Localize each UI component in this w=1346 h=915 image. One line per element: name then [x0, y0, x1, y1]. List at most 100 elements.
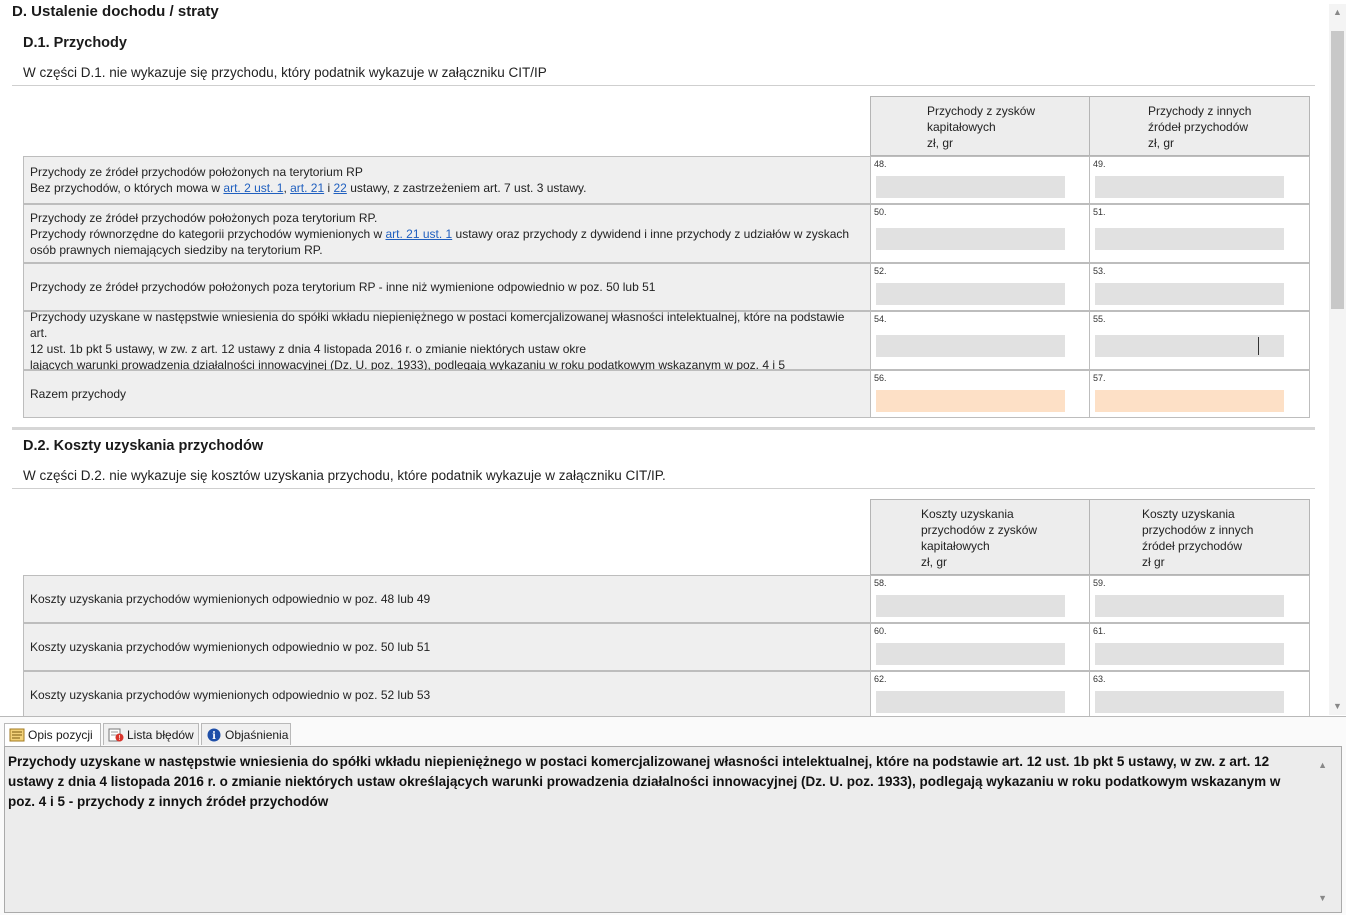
field-number: 48. — [874, 159, 887, 169]
input-field-55[interactable] — [1095, 335, 1284, 357]
d2-title: D.2. Koszty uzyskania przychodów — [23, 438, 264, 454]
tab-opis-pozycji[interactable]: Opis pozycji — [4, 723, 101, 746]
cell-63: 63. — [1089, 671, 1310, 716]
row-text-line2: 12 ust. 1b pkt 5 ustawy, w zw. z art. 12… — [30, 341, 587, 356]
cell-50: 50. — [870, 204, 1090, 263]
field-number: 59. — [1093, 578, 1106, 588]
cell-54: 54. — [870, 311, 1090, 370]
link-art-21-ust-1[interactable]: art. 21 ust. 1 — [386, 227, 453, 241]
row-text: Przychody ze źródeł przychodów położonyc… — [30, 165, 363, 179]
tab-label: Objaśnienia — [225, 727, 289, 742]
info-icon: i — [206, 728, 222, 742]
cell-60: 60. — [870, 623, 1090, 671]
bottom-panel: Opis pozycji ! Lista błędów i Objaśnieni… — [0, 716, 1346, 915]
cell-58: 58. — [870, 575, 1090, 623]
row-text: Koszty uzyskania przychodów wymienionych… — [30, 640, 431, 654]
d2-note: W części D.2. nie wykazuje się kosztów u… — [23, 468, 666, 483]
cell-56: 56. — [870, 370, 1090, 418]
tab-objasnienia[interactable]: i Objaśnienia — [201, 723, 291, 745]
d2-col2-header: Koszty uzyskania przychodów z innych źró… — [1089, 499, 1310, 575]
tab-label: Opis pozycji — [28, 728, 93, 742]
row-text-line2: Bez przychodów, o których mowa w art. 2 … — [30, 181, 587, 195]
field-number: 58. — [874, 578, 887, 588]
input-field-49[interactable] — [1095, 176, 1284, 198]
row-text: Koszty uzyskania przychodów wymienionych… — [30, 592, 431, 606]
table-row-label: Przychody ze źródeł przychodów położonyc… — [23, 156, 871, 204]
cell-57: 57. — [1089, 370, 1310, 418]
form-scroll-content: D. Ustalenie dochodu / straty D.1. Przyc… — [0, 0, 1328, 716]
cell-59: 59. — [1089, 575, 1310, 623]
field-number: 61. — [1093, 626, 1106, 636]
cell-51: 51. — [1089, 204, 1310, 263]
chevron-down-icon[interactable]: ▼ — [1318, 888, 1327, 908]
input-field-62[interactable] — [876, 691, 1065, 713]
text-caret — [1258, 337, 1259, 355]
field-number: 62. — [874, 674, 887, 684]
d1-note: W części D.1. nie wykazuje się przychodu… — [23, 65, 547, 80]
input-field-61[interactable] — [1095, 643, 1284, 665]
input-field-58[interactable] — [876, 595, 1065, 617]
form-area: D. Ustalenie dochodu / straty D.1. Przyc… — [0, 0, 1346, 716]
link-art-2-ust-1[interactable]: art. 2 ust. 1 — [223, 181, 283, 195]
cell-49: 49. — [1089, 156, 1310, 204]
row-text: Przychody ze źródeł przychodów położonyc… — [30, 210, 378, 225]
svg-text:!: ! — [118, 734, 121, 742]
field-number: 56. — [874, 373, 887, 383]
link-art-22[interactable]: 22 — [334, 181, 347, 195]
input-field-50[interactable] — [876, 228, 1065, 250]
field-number: 55. — [1093, 314, 1106, 324]
scroll-down-icon[interactable]: ▼ — [1329, 698, 1346, 715]
d2-col2-header-text: Koszty uzyskania przychodów z innych źró… — [1142, 507, 1254, 569]
table-row-label: Przychody ze źródeł przychodów położonyc… — [23, 204, 871, 263]
d1-col2-header-text: Przychody z innych źródeł przychodów zł,… — [1148, 104, 1252, 150]
link-art-21[interactable]: art. 21 — [290, 181, 324, 195]
cell-61: 61. — [1089, 623, 1310, 671]
vertical-scrollbar[interactable]: ▲ ▼ — [1329, 4, 1346, 715]
cell-62: 62. — [870, 671, 1090, 716]
cell-55: 55. — [1089, 311, 1310, 370]
divider — [12, 85, 1315, 86]
description-icon — [9, 728, 25, 742]
row-text-line2: Przychody równorzędne do kategorii przyc… — [30, 226, 850, 241]
total-field-57 — [1095, 390, 1284, 412]
cell-48: 48. — [870, 156, 1090, 204]
input-field-52[interactable] — [876, 283, 1065, 305]
table-row-label: Razem przychody — [23, 370, 871, 418]
total-field-56 — [876, 390, 1065, 412]
divider — [12, 488, 1315, 489]
table-row-label: Przychody ze źródeł przychodów położonyc… — [23, 263, 871, 311]
tab-label: Lista błędów — [127, 727, 194, 742]
field-number: 51. — [1093, 207, 1106, 217]
field-number: 60. — [874, 626, 887, 636]
scrollbar-thumb[interactable] — [1331, 31, 1344, 309]
d2-col1-header-text: Koszty uzyskania przychodów z zysków kap… — [921, 507, 1038, 569]
scroll-up-icon[interactable]: ▲ — [1329, 4, 1346, 21]
field-number: 57. — [1093, 373, 1106, 383]
input-field-53[interactable] — [1095, 283, 1284, 305]
field-number: 63. — [1093, 674, 1106, 684]
table-row-label: Koszty uzyskania przychodów wymienionych… — [23, 575, 871, 623]
cell-53: 53. — [1089, 263, 1310, 311]
input-field-51[interactable] — [1095, 228, 1284, 250]
input-field-60[interactable] — [876, 643, 1065, 665]
input-field-63[interactable] — [1095, 691, 1284, 713]
field-number: 50. — [874, 207, 887, 217]
row-text: Przychody ze źródeł przychodów położonyc… — [30, 280, 656, 294]
input-field-48[interactable] — [876, 176, 1065, 198]
field-number: 52. — [874, 266, 887, 276]
input-field-54[interactable] — [876, 335, 1065, 357]
description-box: Przychody uzyskane w następstwie wniesie… — [4, 746, 1342, 913]
row-text-line3: osób prawnych niemających siedziby na te… — [30, 242, 323, 257]
d1-col1-header-text: Przychody z zysków kapitałowych zł, gr — [927, 104, 1036, 150]
input-field-59[interactable] — [1095, 595, 1284, 617]
row-text: Koszty uzyskania przychodów wymienionych… — [30, 688, 431, 702]
d2-col1-header: Koszty uzyskania przychodów z zysków kap… — [870, 499, 1090, 575]
cell-52: 52. — [870, 263, 1090, 311]
table-row-label: Koszty uzyskania przychodów wymienionych… — [23, 671, 871, 716]
chevron-up-icon[interactable]: ▲ — [1318, 755, 1327, 775]
section-title: D. Ustalenie dochodu / straty — [12, 3, 219, 20]
table-row-label: Przychody uzyskane w następstwie wniesie… — [23, 310, 871, 372]
tab-lista-bledow[interactable]: ! Lista błędów — [103, 723, 199, 745]
table-row-label: Koszty uzyskania przychodów wymienionych… — [23, 623, 871, 671]
d1-col2-header: Przychody z innych źródeł przychodów zł,… — [1089, 96, 1310, 156]
